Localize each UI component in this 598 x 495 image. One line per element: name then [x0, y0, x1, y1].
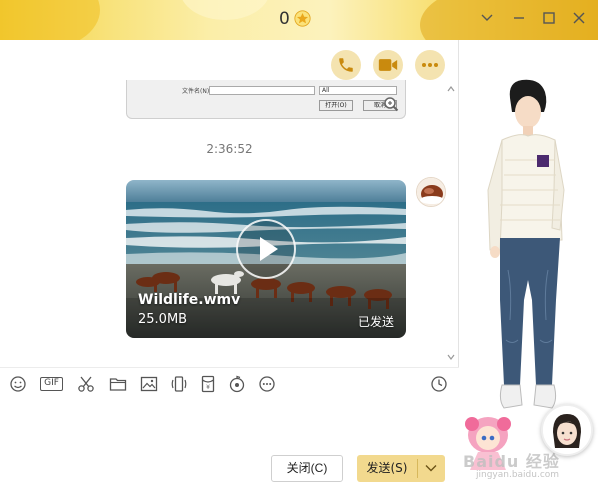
close-button[interactable]: 关闭(C) — [271, 455, 343, 482]
more-actions-button[interactable] — [415, 50, 445, 80]
title-count: 0 — [279, 9, 290, 29]
open-button: 打开(O) — [319, 100, 353, 111]
image-icon[interactable] — [140, 375, 158, 393]
play-button[interactable] — [236, 219, 296, 279]
voice-call-button[interactable] — [331, 50, 361, 80]
avatar-image — [417, 178, 445, 206]
watermark-url: jingyan.baidu.com — [476, 470, 560, 480]
message-timestamp: 2:36:52 — [206, 142, 253, 156]
title-bar: 0 — [0, 0, 598, 40]
more-icon[interactable] — [258, 375, 276, 393]
gif-icon[interactable]: GIF — [40, 377, 63, 391]
chat-history[interactable]: 文件名(N): All 打开(O) 取消 2:36:52 Wildlife.wm… — [0, 40, 459, 367]
title-decoration — [180, 0, 270, 20]
filename-field — [209, 86, 315, 95]
zoom-icon[interactable] — [383, 96, 399, 112]
svg-text:¥: ¥ — [206, 384, 210, 391]
input-toolbar: GIF ¥ — [0, 367, 459, 399]
scroll-up-icon[interactable] — [446, 84, 456, 94]
play-icon — [260, 237, 278, 261]
user-avatar[interactable] — [541, 404, 593, 456]
video-call-icon — [378, 59, 398, 71]
video-status: 已发送 — [357, 315, 394, 329]
send-button[interactable]: 发送(S) — [357, 455, 445, 482]
red-packet-icon[interactable]: ¥ — [199, 375, 217, 393]
history-clock-icon[interactable] — [430, 375, 448, 393]
music-icon[interactable] — [228, 375, 246, 393]
watermark-brand: Baidu 经验 — [463, 452, 560, 471]
maximize-icon[interactable] — [541, 10, 557, 26]
filter-field: All — [319, 86, 397, 95]
gif-label: GIF — [44, 378, 59, 388]
filename-label: 文件名(N): — [182, 88, 212, 95]
video-call-button[interactable] — [373, 50, 403, 80]
star-icon — [294, 10, 311, 27]
more-icon — [422, 63, 438, 67]
title-decoration — [0, 0, 100, 40]
video-filesize: 25.0MB — [138, 312, 188, 327]
close-icon[interactable] — [571, 10, 587, 26]
folder-icon[interactable] — [109, 375, 127, 393]
scissors-icon[interactable] — [77, 375, 95, 393]
scroll-down-icon[interactable] — [446, 352, 456, 362]
video-filename: Wildlife.wmv — [138, 292, 241, 308]
avatar-image — [543, 406, 591, 454]
chevron-down-icon[interactable] — [424, 461, 438, 475]
file-dialog-image[interactable]: 文件名(N): All 打开(O) 取消 — [126, 80, 406, 119]
phone-call-icon — [339, 58, 353, 72]
send-button-label: 发送(S) — [366, 461, 408, 475]
phone-shake-icon[interactable] — [170, 375, 188, 393]
filter-value: All — [322, 87, 330, 94]
minimize-icon[interactable] — [511, 10, 527, 26]
avatar[interactable] — [416, 177, 446, 207]
emoji-icon[interactable] — [9, 375, 27, 393]
chevron-down-icon[interactable] — [479, 10, 495, 26]
send-button-divider — [417, 459, 418, 478]
video-message[interactable]: Wildlife.wmv 25.0MB 已发送 — [126, 180, 406, 338]
